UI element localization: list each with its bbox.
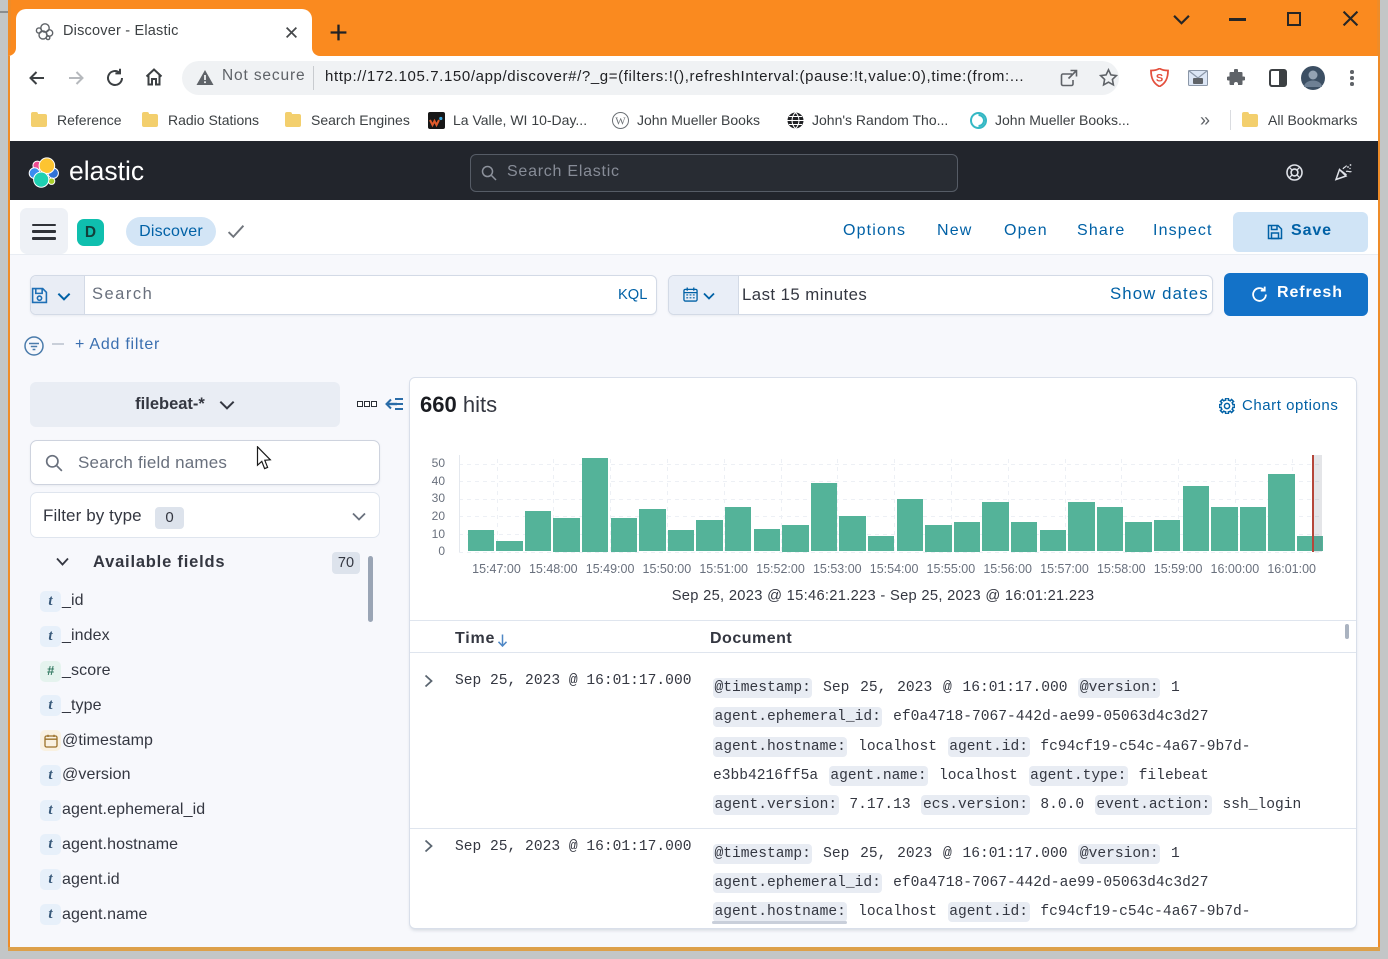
svg-text:W: W [615,116,626,128]
svg-text:S: S [1156,73,1163,85]
